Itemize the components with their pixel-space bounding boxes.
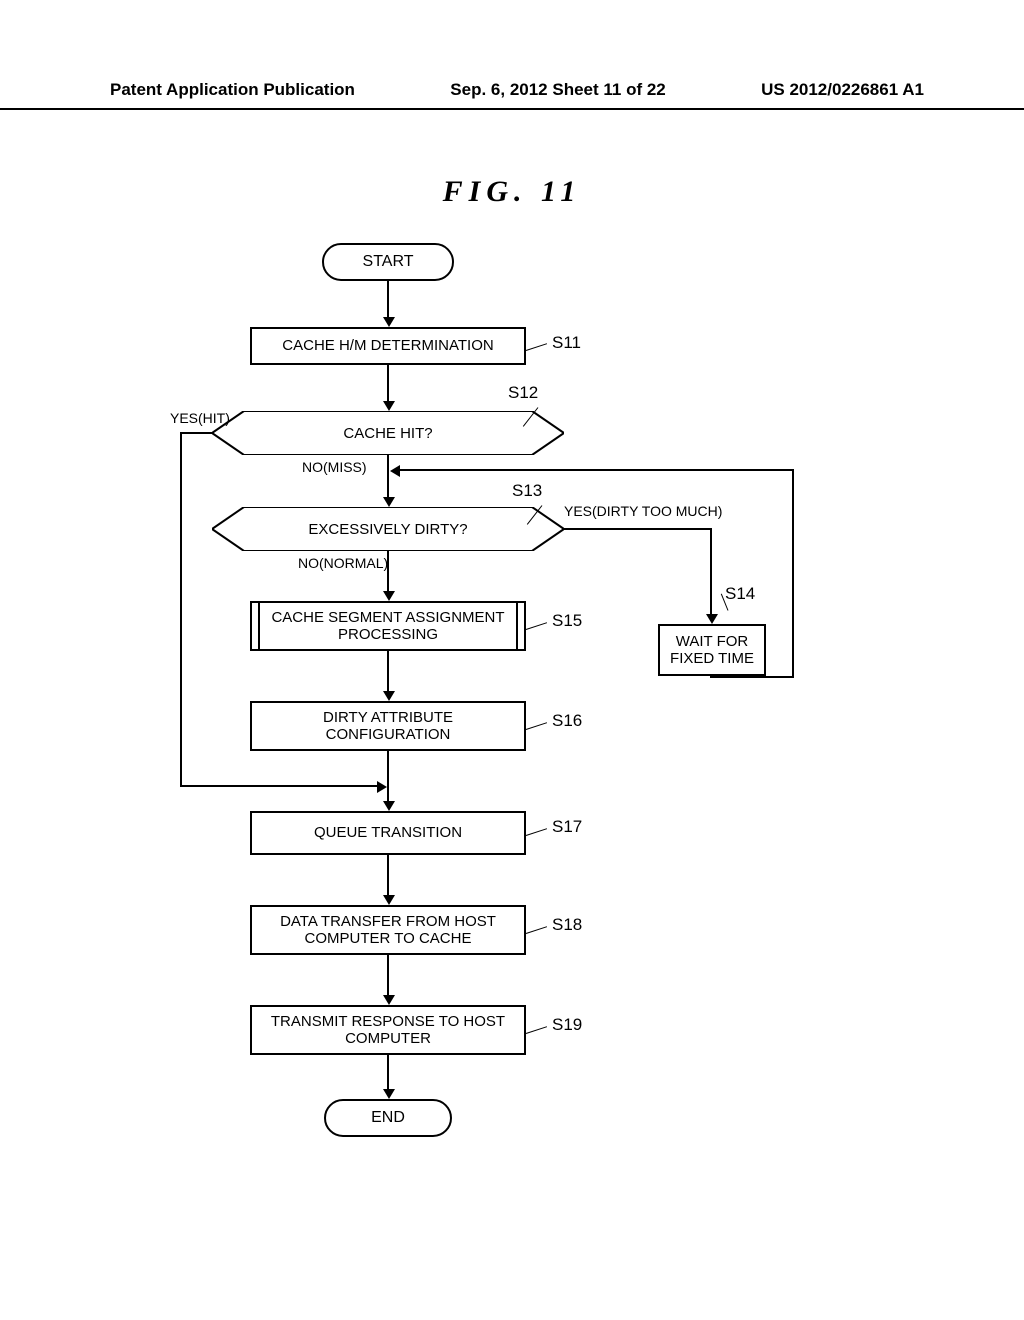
step-s19: TRANSMIT RESPONSE TO HOST COMPUTER [250, 1005, 526, 1055]
flowchart: START CACHE H/M DETERMINATION S11 CACHE … [170, 235, 850, 1145]
end-terminator: END [324, 1099, 452, 1137]
header-left: Patent Application Publication [110, 80, 355, 100]
step-s15: CACHE SEGMENT ASSIGNMENT PROCESSING [250, 601, 526, 651]
end-label: END [371, 1109, 405, 1127]
step-s13: EXCESSIVELY DIRTY? [212, 507, 564, 551]
s18-text: DATA TRANSFER FROM HOST COMPUTER TO CACH… [252, 913, 524, 948]
s12-id: S12 [508, 383, 538, 403]
step-s11: CACHE H/M DETERMINATION [250, 327, 526, 365]
s11-id: S11 [552, 333, 581, 353]
s18-id: S18 [552, 915, 582, 935]
s12-yes-label: YES(HIT) [170, 410, 230, 426]
s11-text: CACHE H/M DETERMINATION [282, 337, 493, 354]
s15-id: S15 [552, 611, 582, 631]
figure-title: FIG. 11 [0, 175, 1024, 209]
start-terminator: START [322, 243, 454, 281]
step-s16: DIRTY ATTRIBUTE CONFIGURATION [250, 701, 526, 751]
s19-id: S19 [552, 1015, 582, 1035]
step-s12: CACHE HIT? [212, 411, 564, 455]
s13-text: EXCESSIVELY DIRTY? [308, 521, 467, 538]
s17-id: S17 [552, 817, 582, 837]
s16-id: S16 [552, 711, 582, 731]
step-s18: DATA TRANSFER FROM HOST COMPUTER TO CACH… [250, 905, 526, 955]
step-s14: WAIT FOR FIXED TIME [658, 624, 766, 676]
s15-text: CACHE SEGMENT ASSIGNMENT PROCESSING [252, 609, 524, 644]
s13-yes-label: YES(DIRTY TOO MUCH) [564, 503, 722, 519]
s13-no-label: NO(NORMAL) [298, 555, 388, 571]
s14-text: WAIT FOR FIXED TIME [660, 633, 764, 668]
s17-text: QUEUE TRANSITION [314, 824, 462, 841]
header-center: Sep. 6, 2012 Sheet 11 of 22 [450, 80, 665, 100]
header-right: US 2012/0226861 A1 [761, 80, 924, 100]
s14-id: S14 [725, 584, 755, 604]
s13-id: S13 [512, 481, 542, 501]
s16-text: DIRTY ATTRIBUTE CONFIGURATION [252, 709, 524, 744]
s12-no-label: NO(MISS) [302, 459, 367, 475]
s19-text: TRANSMIT RESPONSE TO HOST COMPUTER [252, 1013, 524, 1048]
page-header: Patent Application Publication Sep. 6, 2… [0, 80, 1024, 110]
start-label: START [363, 253, 414, 271]
s12-text: CACHE HIT? [343, 425, 432, 442]
step-s17: QUEUE TRANSITION [250, 811, 526, 855]
